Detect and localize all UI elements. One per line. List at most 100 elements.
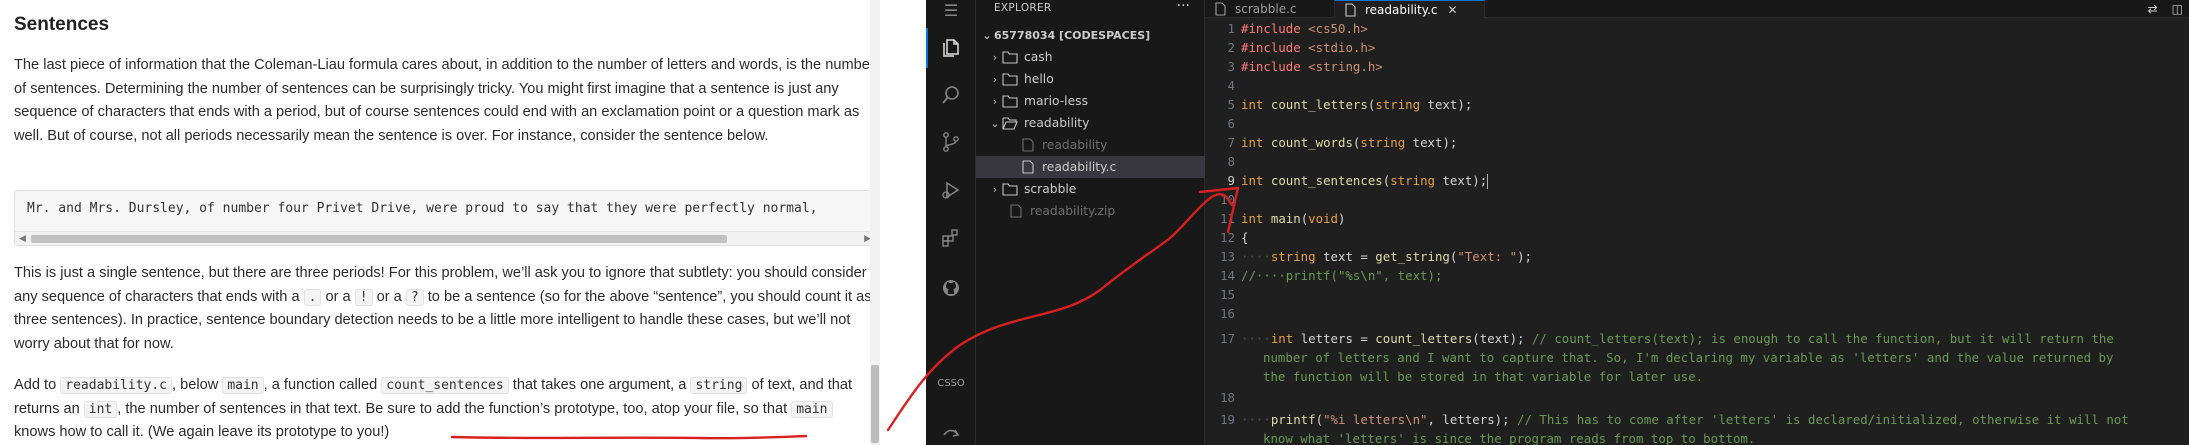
text-cursor bbox=[1487, 174, 1489, 189]
code-line: #include <string.h> bbox=[1241, 59, 1383, 74]
document-scroll-thumb[interactable] bbox=[871, 365, 879, 443]
chevron-down-icon: ⌄ bbox=[990, 116, 1000, 130]
tab-scrabble-c[interactable]: scrabble.c bbox=[1205, 0, 1335, 18]
split-editor-icon[interactable]: ◫ bbox=[2172, 2, 2183, 16]
chevron-right-icon: › bbox=[992, 72, 998, 86]
more-actions-icon[interactable]: ··· bbox=[1177, 0, 1190, 14]
close-icon[interactable]: ✕ bbox=[1448, 3, 1458, 17]
paragraph-subtlety: This is just a single sentence, but ther… bbox=[14, 262, 876, 356]
inline-code-question: ? bbox=[405, 288, 424, 306]
explorer-icon[interactable] bbox=[926, 28, 976, 68]
tree-label: mario-less bbox=[1024, 94, 1088, 108]
code-line-current: int count_sentences(string text); bbox=[1241, 173, 1489, 189]
tree-item-scrabble[interactable]: › scrabble bbox=[976, 178, 1205, 200]
tree-label: cash bbox=[1024, 50, 1053, 64]
example-sentence: Mr. and Mrs. Dursley, of number four Pri… bbox=[27, 201, 818, 216]
inline-code-period: . bbox=[303, 288, 322, 306]
remote-icon[interactable] bbox=[926, 412, 976, 445]
tree-item-cash[interactable]: › cash bbox=[976, 46, 1205, 68]
text-span: knows how to call it. (We again leave it… bbox=[14, 424, 390, 440]
chevron-right-icon: › bbox=[992, 50, 998, 64]
scroll-left-icon[interactable]: ◀ bbox=[19, 233, 26, 244]
inline-code-main-2: main bbox=[791, 400, 833, 418]
line-number: 5 bbox=[1227, 97, 1235, 112]
tab-readability-c[interactable]: readability.c ✕ bbox=[1335, 0, 1485, 18]
text-span: , the number of sentences in that text. … bbox=[117, 400, 433, 417]
example-code-block: Mr. and Mrs. Dursley, of number four Pri… bbox=[14, 190, 876, 246]
code-editor[interactable]: 1 #include <cs50.h> 2 #include <stdio.h>… bbox=[1205, 18, 2189, 445]
line-number: 4 bbox=[1227, 78, 1235, 93]
menu-icon[interactable]: ☰ bbox=[926, 0, 976, 30]
section-heading: Sentences bbox=[14, 14, 110, 35]
tree-label: readability.zip bbox=[1030, 204, 1116, 218]
tree-item-readability-zip[interactable]: readability.zip bbox=[976, 200, 1205, 222]
file-icon bbox=[1345, 2, 1359, 17]
line-number: 6 bbox=[1227, 116, 1235, 131]
document-scrollbar[interactable] bbox=[870, 0, 880, 445]
scroll-thumb[interactable] bbox=[31, 235, 727, 243]
inline-code-int: int bbox=[83, 400, 118, 418]
github-icon[interactable] bbox=[926, 268, 976, 308]
line-number: 17 bbox=[1220, 331, 1235, 346]
line-number: 10 bbox=[1220, 192, 1235, 207]
line-number: 8 bbox=[1227, 154, 1235, 169]
paragraph-intro: The last piece of information that the C… bbox=[14, 57, 875, 144]
line-number: 14 bbox=[1220, 268, 1235, 283]
file-icon bbox=[1020, 160, 1036, 174]
tree-item-hello[interactable]: › hello bbox=[976, 68, 1205, 90]
explorer-title: EXPLORER bbox=[994, 2, 1052, 14]
line-number: 7 bbox=[1227, 135, 1235, 150]
code-line: int count_letters(string text); bbox=[1241, 97, 1473, 112]
tree-item-readability-c[interactable]: readability.c bbox=[976, 156, 1205, 178]
run-debug-icon[interactable] bbox=[926, 170, 976, 210]
paragraph-task: Add to readability.c, below main, a func… bbox=[14, 374, 876, 445]
line-number: 16 bbox=[1220, 306, 1235, 321]
search-icon[interactable] bbox=[926, 75, 976, 115]
line-number-current: 9 bbox=[1227, 173, 1235, 188]
horizontal-scrollbar[interactable]: ◀ ▶ bbox=[15, 231, 875, 245]
inline-code-exclamation: ! bbox=[354, 288, 373, 306]
vscode-window: ☰ CSSO EXPLORER ··· ⌄ 65778034 [CODESPAC… bbox=[926, 0, 2189, 445]
text-span: , so that bbox=[735, 400, 788, 417]
source-control-icon[interactable] bbox=[926, 122, 976, 162]
text-span: or a bbox=[376, 288, 402, 305]
file-icon bbox=[1215, 2, 1229, 16]
compare-changes-icon[interactable]: ⇄ bbox=[2148, 2, 2158, 16]
file-icon bbox=[1008, 204, 1024, 218]
code-line-wrap: the function will be stored in that vari… bbox=[1263, 369, 1704, 384]
code-line: ····int letters = count_letters(text); /… bbox=[1241, 331, 2114, 346]
tree-item-mario-less[interactable]: › mario-less bbox=[976, 90, 1205, 112]
chevron-right-icon: › bbox=[992, 94, 998, 108]
tab-label: readability.c bbox=[1365, 2, 1438, 17]
code-line: int main(void) bbox=[1241, 211, 1346, 226]
code-line: ····printf("%i letters\n", letters); // … bbox=[1241, 412, 2129, 427]
tree-item-readability-binary[interactable]: readability bbox=[976, 134, 1205, 156]
folder-icon bbox=[1002, 72, 1018, 86]
inline-code-string: string bbox=[690, 377, 748, 394]
code-line: //····printf("%s\n", text); bbox=[1241, 268, 1443, 283]
workspace-root[interactable]: ⌄ 65778034 [CODESPACES] bbox=[976, 24, 1205, 46]
line-number: 19 bbox=[1220, 412, 1235, 427]
tab-label: scrabble.c bbox=[1235, 2, 1297, 16]
activity-label[interactable]: CSSO bbox=[926, 378, 976, 389]
code-line: #include <cs50.h> bbox=[1241, 21, 1368, 36]
chevron-down-icon[interactable]: ⌄ bbox=[980, 29, 994, 42]
line-number: 18 bbox=[1220, 390, 1235, 405]
line-number: 12 bbox=[1220, 230, 1235, 245]
text-span: that takes one argument, a bbox=[512, 377, 687, 393]
code-line-wrap: number of letters and I want to capture … bbox=[1263, 350, 2114, 365]
activity-bar: ☰ CSSO bbox=[926, 0, 976, 445]
code-line: #include <stdio.h> bbox=[1241, 40, 1376, 55]
file-icon bbox=[1020, 138, 1036, 152]
text-span: Add to bbox=[14, 377, 57, 393]
code-line: { bbox=[1241, 230, 1249, 245]
chevron-right-icon: › bbox=[992, 182, 998, 196]
inline-code-filename: readability.c bbox=[60, 377, 173, 394]
folder-icon bbox=[1002, 50, 1018, 64]
tree-item-readability-folder[interactable]: ⌄ readability bbox=[976, 112, 1205, 134]
underlined-instruction: add the function’s prototype, too, atop … bbox=[436, 400, 736, 417]
extensions-icon[interactable] bbox=[926, 218, 976, 258]
code-line-wrap: know what 'letters' is since the program… bbox=[1263, 431, 1756, 445]
inline-code-count-sentences: count_sentences bbox=[381, 377, 509, 394]
text-span: , below bbox=[172, 377, 219, 393]
